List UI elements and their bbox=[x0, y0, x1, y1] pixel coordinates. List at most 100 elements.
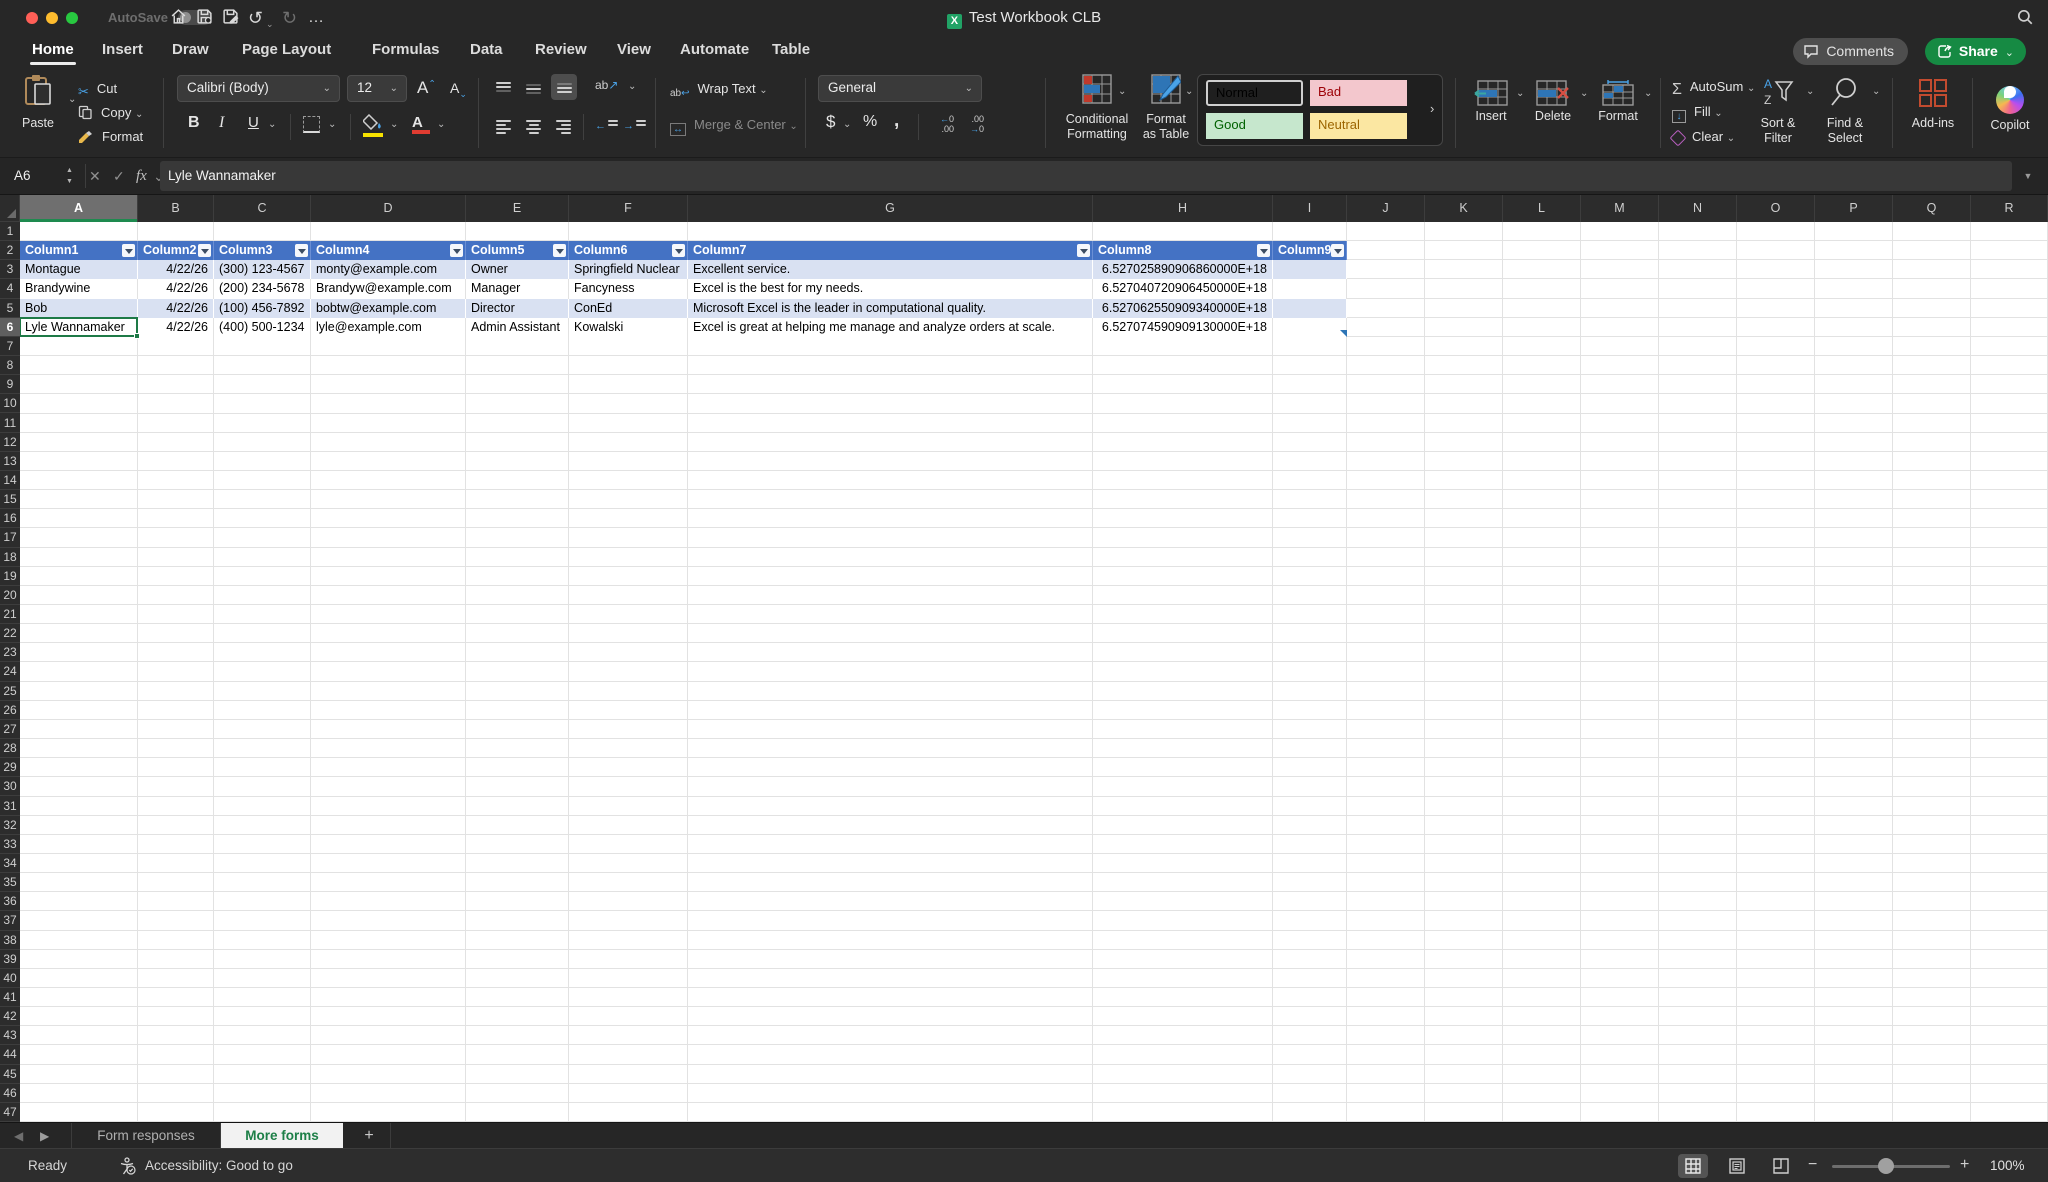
table-cell[interactable]: 6.527062550909340000E+18 bbox=[1093, 299, 1273, 318]
decrease-decimal-icon[interactable]: .00→0 bbox=[960, 114, 984, 134]
column-header-A[interactable]: A bbox=[20, 195, 138, 222]
filter-button[interactable] bbox=[1257, 244, 1270, 257]
insert-chevron-icon[interactable]: ⌄ bbox=[1516, 88, 1524, 99]
column-header-P[interactable]: P bbox=[1815, 195, 1893, 222]
tab-formulas[interactable]: Formulas bbox=[372, 41, 440, 58]
table-cell[interactable]: 4/22/26 bbox=[138, 260, 214, 279]
column-header-H[interactable]: H bbox=[1093, 195, 1273, 222]
table-header-cell[interactable]: Column2 bbox=[138, 241, 214, 260]
page-layout-view-button[interactable] bbox=[1722, 1154, 1752, 1178]
row-header-26[interactable]: 26 bbox=[0, 701, 20, 720]
table-cell[interactable]: 6.527025890906860000E+18 bbox=[1093, 260, 1273, 279]
row-header-2[interactable]: 2 bbox=[0, 241, 20, 260]
row-header-23[interactable]: 23 bbox=[0, 643, 20, 662]
increase-font-size-button[interactable]: A⌃ bbox=[417, 78, 436, 98]
find-select-button[interactable]: Find &Select bbox=[1818, 76, 1872, 146]
row-header-12[interactable]: 12 bbox=[0, 433, 20, 452]
table-cell[interactable]: Microsoft Excel is the leader in computa… bbox=[688, 299, 1093, 318]
font-size-select[interactable]: 12⌄ bbox=[347, 75, 407, 102]
row-header-5[interactable]: 5 bbox=[0, 299, 20, 318]
table-cell[interactable]: Excel is the best for my needs. bbox=[688, 279, 1093, 298]
fill-chevron-icon[interactable]: ⌄ bbox=[1714, 108, 1722, 119]
column-header-I[interactable]: I bbox=[1273, 195, 1347, 222]
font-color-icon[interactable]: A bbox=[412, 114, 430, 134]
table-header-cell[interactable]: Column9 bbox=[1273, 241, 1347, 260]
table-cell[interactable]: monty@example.com bbox=[311, 260, 466, 279]
align-center-icon[interactable] bbox=[526, 118, 541, 136]
row-header-20[interactable]: 20 bbox=[0, 586, 20, 605]
sheet-tab-form-responses[interactable]: Form responses bbox=[72, 1123, 220, 1149]
comma-format-icon[interactable]: , bbox=[894, 110, 899, 132]
table-cell[interactable]: Bob bbox=[20, 299, 138, 318]
column-header-J[interactable]: J bbox=[1347, 195, 1425, 222]
tab-insert[interactable]: Insert bbox=[102, 41, 143, 58]
filter-button[interactable] bbox=[198, 244, 211, 257]
column-header-F[interactable]: F bbox=[569, 195, 688, 222]
table-cell[interactable]: bobtw@example.com bbox=[311, 299, 466, 318]
sort-filter-chevron-icon[interactable]: ⌄ bbox=[1806, 86, 1814, 97]
name-box-spinner[interactable]: ▲▼ bbox=[66, 165, 73, 187]
row-header-32[interactable]: 32 bbox=[0, 816, 20, 835]
table-cell[interactable] bbox=[1273, 299, 1347, 318]
row-header-28[interactable]: 28 bbox=[0, 739, 20, 758]
cell-style-bad[interactable]: Bad bbox=[1310, 80, 1407, 106]
align-top-icon[interactable] bbox=[496, 80, 511, 94]
decrease-font-size-button[interactable]: A⌄ bbox=[450, 80, 467, 100]
search-icon[interactable] bbox=[2016, 8, 2034, 31]
accessibility-status[interactable]: Accessibility: Good to go bbox=[118, 1155, 293, 1177]
format-as-table-chevron-icon[interactable]: ⌄ bbox=[1185, 86, 1193, 97]
sheet-nav-right-icon[interactable]: ▶ bbox=[40, 1129, 49, 1143]
row-header-47[interactable]: 47 bbox=[0, 1103, 20, 1122]
row-header-21[interactable]: 21 bbox=[0, 605, 20, 624]
row-header-19[interactable]: 19 bbox=[0, 567, 20, 586]
cell-style-normal[interactable]: Normal bbox=[1206, 80, 1303, 106]
fill-button[interactable]: ↓Fill ⌄ bbox=[1672, 101, 1723, 123]
filter-button[interactable] bbox=[1077, 244, 1090, 257]
format-painter-button[interactable]: Format bbox=[78, 126, 143, 148]
confirm-entry-icon[interactable]: ✓ bbox=[113, 158, 125, 194]
column-header-O[interactable]: O bbox=[1737, 195, 1815, 222]
table-cell[interactable]: Excel is great at helping me manage and … bbox=[688, 318, 1093, 337]
row-header-41[interactable]: 41 bbox=[0, 988, 20, 1007]
tab-draw[interactable]: Draw bbox=[172, 41, 209, 58]
currency-chevron-icon[interactable]: ⌄ bbox=[843, 119, 851, 130]
align-middle-icon[interactable] bbox=[526, 82, 541, 96]
row-header-43[interactable]: 43 bbox=[0, 1026, 20, 1045]
conditional-formatting-chevron-icon[interactable]: ⌄ bbox=[1118, 86, 1126, 97]
cancel-entry-icon[interactable]: ✕ bbox=[89, 158, 101, 194]
row-header-13[interactable]: 13 bbox=[0, 452, 20, 471]
table-cell[interactable]: 6.527074590909130000E+18 bbox=[1093, 318, 1273, 337]
table-header-cell[interactable]: Column8 bbox=[1093, 241, 1273, 260]
column-header-M[interactable]: M bbox=[1581, 195, 1659, 222]
autosum-button[interactable]: ΣAutoSum ⌄ bbox=[1672, 76, 1755, 98]
row-header-17[interactable]: 17 bbox=[0, 528, 20, 547]
table-header-cell[interactable]: Column5 bbox=[466, 241, 569, 260]
filter-button[interactable] bbox=[450, 244, 463, 257]
row-header-24[interactable]: 24 bbox=[0, 662, 20, 681]
table-cell[interactable]: (400) 500-1234 bbox=[214, 318, 311, 337]
table-header-cell[interactable]: Column3 bbox=[214, 241, 311, 260]
underline-chevron-icon[interactable]: ⌄ bbox=[268, 119, 276, 130]
paste-chevron-icon[interactable]: ⌄ bbox=[68, 94, 76, 105]
sheet-nav-left-icon[interactable]: ◀ bbox=[14, 1129, 23, 1143]
row-header-6[interactable]: 6 bbox=[0, 318, 20, 337]
column-header-N[interactable]: N bbox=[1659, 195, 1737, 222]
row-header-42[interactable]: 42 bbox=[0, 1007, 20, 1026]
row-header-40[interactable]: 40 bbox=[0, 969, 20, 988]
row-header-29[interactable]: 29 bbox=[0, 758, 20, 777]
table-cell[interactable]: Brandyw@example.com bbox=[311, 279, 466, 298]
tab-view[interactable]: View bbox=[617, 41, 651, 58]
table-header-cell[interactable]: Column1 bbox=[20, 241, 138, 260]
column-header-L[interactable]: L bbox=[1503, 195, 1581, 222]
row-header-46[interactable]: 46 bbox=[0, 1084, 20, 1103]
table-header-cell[interactable]: Column4 bbox=[311, 241, 466, 260]
row-header-36[interactable]: 36 bbox=[0, 892, 20, 911]
add-sheet-button[interactable]: + bbox=[356, 1123, 382, 1149]
formula-bar-expand-icon[interactable]: ▼ bbox=[2014, 158, 2042, 194]
column-header-K[interactable]: K bbox=[1425, 195, 1503, 222]
wrap-text-button[interactable]: ab↩Wrap Text ⌄ bbox=[670, 78, 768, 100]
underline-button[interactable]: U bbox=[248, 114, 259, 131]
align-right-icon[interactable] bbox=[556, 118, 571, 136]
wrap-text-chevron-icon[interactable]: ⌄ bbox=[759, 85, 767, 96]
find-select-chevron-icon[interactable]: ⌄ bbox=[1872, 86, 1880, 97]
